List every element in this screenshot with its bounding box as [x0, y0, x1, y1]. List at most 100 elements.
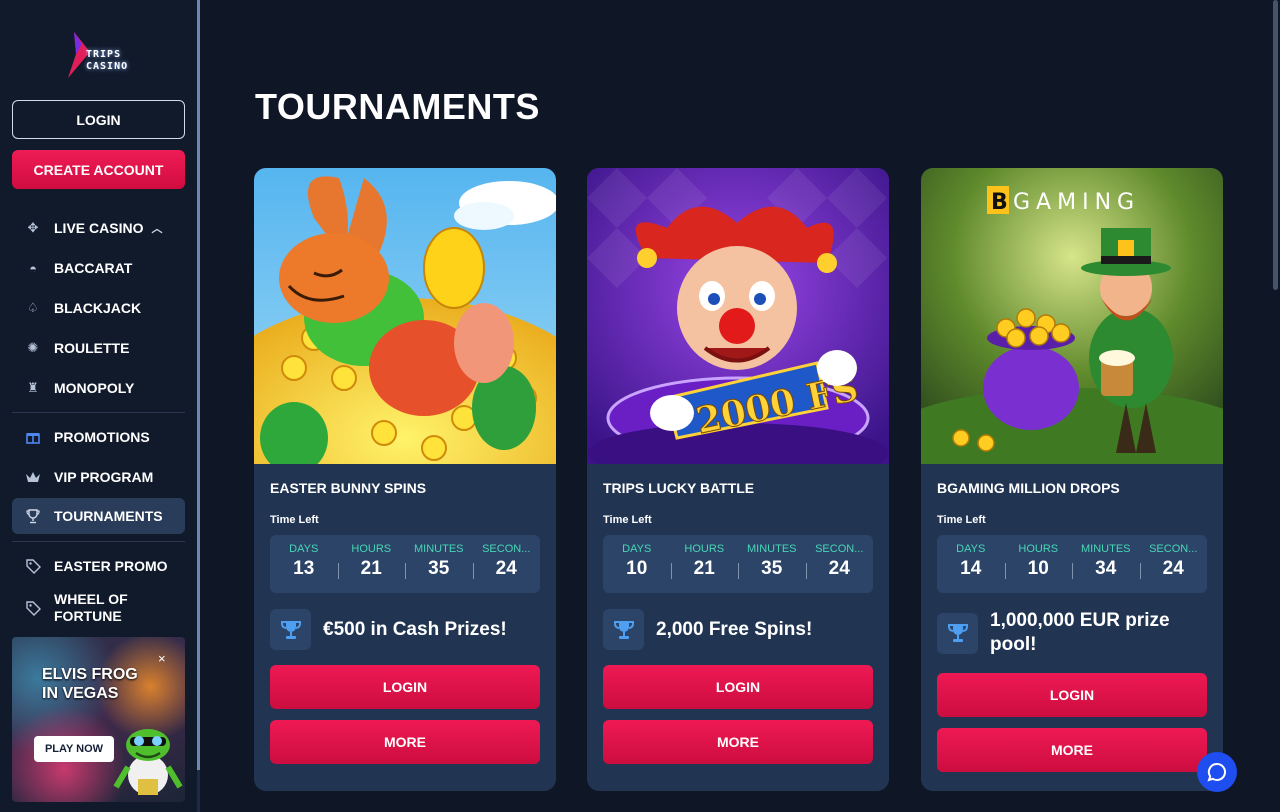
countdown-label: SECON... [1149, 543, 1198, 555]
frog-character-icon [113, 729, 183, 795]
sidebar-item-vip-program[interactable]: VIP PROGRAM [12, 459, 185, 495]
countdown-value: 24 [828, 558, 850, 579]
tournament-art-leprechaun[interactable]: B GAMING [921, 168, 1223, 464]
countdown-label: SECON... [482, 543, 531, 555]
sidebar-item-baccarat[interactable]: ◓ BACCARAT [12, 250, 185, 286]
countdown-hours: HOURS 10 [1004, 535, 1073, 593]
provider-logo-b: B [991, 190, 1008, 215]
countdown-value: 21 [360, 558, 382, 579]
sidebar-item-label: VIP PROGRAM [54, 469, 154, 485]
promo-title-line1: ELVIS FROG [42, 666, 138, 683]
sidebar-item-label: WHEEL OF FORTUNE [54, 591, 128, 624]
time-left-label: Time Left [270, 514, 319, 526]
countdown-label: HOURS [351, 543, 392, 555]
sidebar-item-label: BACCARAT [54, 260, 133, 276]
sidebar-item-promotions[interactable]: PROMOTIONS [12, 419, 185, 455]
chevron-up-icon[interactable]: ︿ [151, 220, 162, 236]
countdown-timer: DAYS 14 HOURS 10 MINUTES 34 SECON... 24 [937, 535, 1207, 593]
chat-bubble-icon [1207, 762, 1226, 782]
countdown-timer: DAYS 10 HOURS 21 MINUTES 35 SECON... 24 [603, 535, 873, 593]
trophy-icon [603, 609, 644, 650]
tag-icon [24, 557, 42, 575]
sidebar-item-wheel-of-fortune[interactable]: WHEEL OF FORTUNE [12, 586, 185, 630]
crown-icon [24, 468, 42, 486]
sidebar-scrollbar[interactable] [197, 0, 200, 812]
more-button[interactable]: MORE [937, 728, 1207, 772]
countdown-timer: DAYS 13 HOURS 21 MINUTES 35 SECON... 24 [270, 535, 540, 593]
prize-text: 2,000 Free Spins! [656, 618, 813, 640]
svg-text:GAMING: GAMING [1013, 190, 1140, 215]
sidebar-item-tournaments[interactable]: TOURNAMENTS [12, 498, 185, 534]
countdown-value: 35 [428, 558, 450, 579]
sidebar-scrollbar-thumb[interactable] [197, 0, 200, 770]
tournament-art-jester[interactable]: 2000 FS [587, 168, 889, 464]
sidebar-item-live-casino[interactable]: ✥ LIVE CASINO ︿ [12, 210, 185, 246]
countdown-label: DAYS [289, 543, 319, 555]
countdown-minutes: MINUTES 35 [738, 535, 806, 593]
elvis-frog-promo-banner[interactable]: ELVIS FROG IN VEGAS × PLAY NOW [12, 637, 185, 802]
login-button[interactable]: LOGIN [603, 665, 873, 709]
sidebar-login-button[interactable]: LOGIN [12, 100, 185, 139]
countdown-seconds: SECON... 24 [1139, 535, 1208, 593]
sidebar-item-easter-promo[interactable]: EASTER PROMO [12, 548, 185, 584]
play-now-button[interactable]: PLAY NOW [34, 736, 114, 762]
tournament-card-easter-bunny-spins[interactable]: EASTER BUNNY SPINS Time Left DAYS 13 HOUR… [254, 168, 556, 791]
leprechaun-image-icon: B GAMING [921, 168, 1223, 464]
page-title: TOURNAMENTS [255, 86, 540, 127]
prize-info: €500 in Cash Prizes! [270, 609, 540, 650]
countdown-label: MINUTES [1081, 543, 1131, 555]
sidebar-divider [12, 412, 185, 413]
countdown-label: DAYS [956, 543, 986, 555]
countdown-days: DAYS 10 [603, 535, 671, 593]
countdown-seconds: SECON... 24 [805, 535, 874, 593]
prize-info: 2,000 Free Spins! [603, 609, 873, 650]
tournament-card-trips-lucky-battle[interactable]: 2000 FS TRIPS LUCKY BATTLE Time Left DAY… [587, 168, 889, 791]
countdown-value: 13 [293, 558, 315, 579]
countdown-value: 10 [626, 558, 648, 579]
prize-text: 1,000,000 EUR prize pool! [990, 610, 1170, 655]
chat-button[interactable] [1197, 752, 1237, 792]
sidebar-item-label: TOURNAMENTS [54, 508, 163, 524]
promo-title: ELVIS FROG IN VEGAS [42, 665, 138, 703]
tournament-card-bgaming-million-drops[interactable]: B GAMING BGAMING MILLION DROPS Time Left… [921, 168, 1223, 791]
countdown-label: DAYS [622, 543, 652, 555]
sidebar-item-label: PROMOTIONS [54, 429, 150, 445]
easter-bunny-image-icon [254, 168, 556, 464]
trophy-icon [937, 612, 978, 654]
countdown-value: 34 [1095, 558, 1117, 579]
close-icon[interactable]: × [158, 651, 166, 666]
promo-title-line2: IN VEGAS [42, 685, 119, 702]
page-scrollbar-thumb[interactable] [1273, 0, 1278, 290]
more-button[interactable]: MORE [270, 720, 540, 764]
time-left-label: Time Left [937, 514, 986, 526]
more-button[interactable]: MORE [603, 720, 873, 764]
sidebar-item-monopoly[interactable]: ♜ MONOPOLY [12, 370, 185, 406]
countdown-value: 24 [1162, 558, 1184, 579]
sidebar-item-label: MONOPOLY [54, 380, 135, 396]
brand-logo[interactable]: TRIPS CASINO [64, 30, 148, 80]
login-button[interactable]: LOGIN [270, 665, 540, 709]
sidebar-item-roulette[interactable]: ✺ ROULETTE [12, 330, 185, 366]
countdown-value: 21 [693, 558, 715, 579]
countdown-value: 10 [1027, 558, 1049, 579]
countdown-minutes: MINUTES 35 [405, 535, 473, 593]
sidebar-item-label: LIVE CASINO [54, 220, 144, 236]
tournament-name: TRIPS LUCKY BATTLE [603, 480, 755, 496]
sidebar-item-blackjack[interactable]: ♤ BLACKJACK [12, 290, 185, 326]
countdown-label: HOURS [684, 543, 725, 555]
countdown-hours: HOURS 21 [670, 535, 739, 593]
countdown-label: HOURS [1018, 543, 1059, 555]
logo-text-trips: TRIPS [86, 49, 122, 60]
countdown-hours: HOURS 21 [337, 535, 406, 593]
tournament-art-easter-bunny[interactable] [254, 168, 556, 464]
login-button[interactable]: LOGIN [937, 673, 1207, 717]
countdown-value: 35 [761, 558, 783, 579]
tournament-name: EASTER BUNNY SPINS [270, 480, 427, 496]
time-left-label: Time Left [603, 514, 652, 526]
countdown-days: DAYS 14 [937, 535, 1005, 593]
baccarat-icon: ◓ [29, 260, 37, 276]
sidebar: TRIPS CASINO LOGIN CREATE ACCOUNT ✥ LIVE… [0, 0, 197, 812]
countdown-label: SECON... [815, 543, 864, 555]
create-account-button[interactable]: CREATE ACCOUNT [12, 150, 185, 189]
countdown-minutes: MINUTES 34 [1072, 535, 1140, 593]
